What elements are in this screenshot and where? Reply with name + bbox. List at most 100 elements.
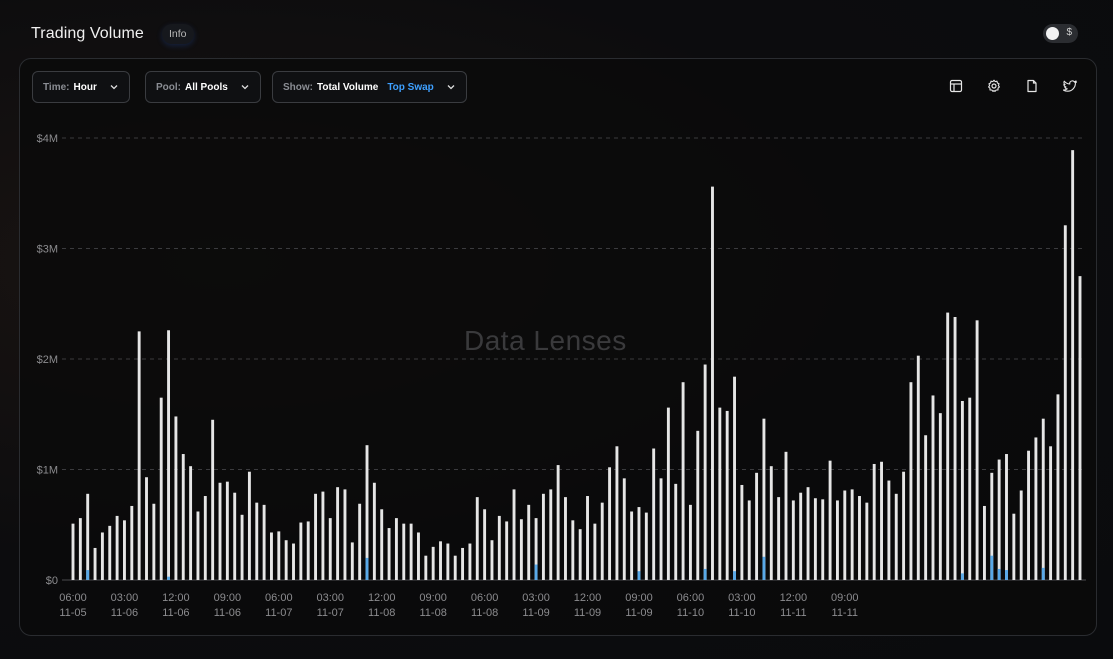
bar-total-volume [821, 499, 825, 580]
bar-total-volume [968, 397, 972, 580]
show-filter-label: Show: [283, 81, 313, 93]
chevron-down-icon [240, 82, 250, 92]
x-tick-time: 03:00 [316, 592, 344, 604]
bar-total-volume [461, 547, 465, 580]
show-filter-dropdown[interactable]: Show: Total Volume Top Swap [272, 71, 467, 103]
bar-total-volume [755, 472, 759, 580]
bar-total-volume [78, 518, 82, 580]
info-button[interactable]: Info [162, 24, 194, 44]
bar-total-volume [622, 478, 626, 580]
bar-total-volume [431, 546, 435, 580]
bar-total-volume [637, 507, 641, 580]
bar-total-volume [167, 330, 171, 580]
bar-total-volume [189, 466, 193, 580]
x-tick-date: 11-11 [832, 607, 859, 619]
bar-total-volume [314, 493, 318, 580]
bar-top-swap [997, 568, 1001, 580]
x-tick-date: 11-08 [368, 607, 395, 619]
bar-total-volume [453, 555, 457, 580]
bar-total-volume [666, 407, 670, 580]
time-filter-value: Hour [73, 81, 97, 93]
bar-total-volume [615, 446, 619, 580]
bar-total-volume [541, 493, 545, 580]
bar-total-volume [725, 410, 729, 580]
gear-icon[interactable] [985, 77, 1003, 95]
bar-total-volume [747, 500, 751, 580]
x-tick-time: 03:00 [111, 592, 139, 604]
bar-total-volume [284, 540, 288, 580]
bar-total-volume [86, 493, 90, 580]
y-tick-label: $0 [46, 575, 58, 587]
x-tick-time: 06:00 [265, 592, 293, 604]
x-tick-time: 12:00 [574, 592, 602, 604]
bar-total-volume [137, 331, 141, 580]
x-tick-time: 06:00 [59, 592, 87, 604]
table-icon[interactable] [947, 77, 965, 95]
bar-total-volume [417, 532, 420, 580]
pool-filter-dropdown[interactable]: Pool: All Pools [145, 71, 261, 103]
x-tick-date: 11-09 [522, 607, 549, 619]
bar-total-volume [865, 502, 869, 580]
bar-total-volume [1041, 418, 1045, 580]
y-tick-label: $1M [37, 465, 58, 477]
show-filter-value: Total Volume [317, 81, 379, 93]
time-filter-dropdown[interactable]: Time: Hour [32, 71, 130, 103]
bar-total-volume [909, 382, 913, 580]
bar-total-volume [924, 435, 928, 580]
x-tick-time: 12:00 [780, 592, 808, 604]
page-title: Trading Volume [31, 25, 144, 42]
bar-total-volume [262, 504, 266, 580]
bar-total-volume [100, 532, 104, 580]
bar-total-volume [652, 448, 656, 580]
bar-total-volume [791, 500, 795, 580]
bar-total-volume [784, 451, 788, 580]
bar-total-volume [328, 518, 332, 580]
bar-total-volume [681, 382, 685, 580]
bar-top-swap [960, 573, 964, 580]
bar-total-volume [468, 543, 472, 580]
x-tick-time: 09:00 [625, 592, 653, 604]
bar-total-volume [233, 492, 237, 580]
bar-total-volume [387, 528, 391, 580]
chevron-down-icon [446, 82, 456, 92]
bar-total-volume [115, 515, 119, 580]
x-tick-time: 09:00 [831, 592, 859, 604]
bar-total-volume [270, 532, 273, 580]
bar-total-volume [688, 504, 692, 580]
bar-total-volume [850, 489, 854, 580]
bar-total-volume [336, 487, 340, 580]
bar-total-volume [1027, 450, 1030, 580]
bar-total-volume [1049, 446, 1053, 580]
bar-total-volume [299, 522, 303, 580]
bar-total-volume [806, 487, 810, 580]
bar-top-swap [733, 571, 736, 580]
bar-total-volume [225, 481, 229, 580]
bar-total-volume [483, 509, 487, 580]
bar-top-swap [167, 576, 171, 580]
bar-total-volume [916, 355, 920, 580]
document-icon[interactable] [1023, 77, 1041, 95]
bar-total-volume [556, 465, 560, 580]
bar-total-volume [108, 525, 112, 580]
bar-top-swap [1041, 567, 1045, 580]
bar-total-volume [218, 482, 222, 580]
bar-total-volume [960, 400, 964, 580]
bar-total-volume [159, 397, 163, 580]
bar-total-volume [1034, 437, 1038, 580]
x-tick-date: 11-09 [625, 607, 652, 619]
bar-top-swap [762, 556, 766, 580]
x-tick-date: 11-09 [574, 607, 601, 619]
twitter-icon[interactable] [1061, 77, 1079, 95]
bar-total-volume [718, 407, 722, 580]
currency-toggle[interactable]: $ [1043, 24, 1078, 43]
bar-total-volume [372, 482, 376, 580]
bar-total-volume [145, 477, 148, 580]
bar-total-volume [902, 471, 906, 580]
bar-total-volume [938, 413, 942, 580]
x-tick-time: 12:00 [368, 592, 396, 604]
bar-total-volume [123, 520, 126, 580]
bar-total-volume [644, 512, 648, 580]
bar-total-volume [982, 505, 986, 580]
bar-total-volume [181, 454, 185, 580]
time-filter-label: Time: [43, 81, 70, 93]
